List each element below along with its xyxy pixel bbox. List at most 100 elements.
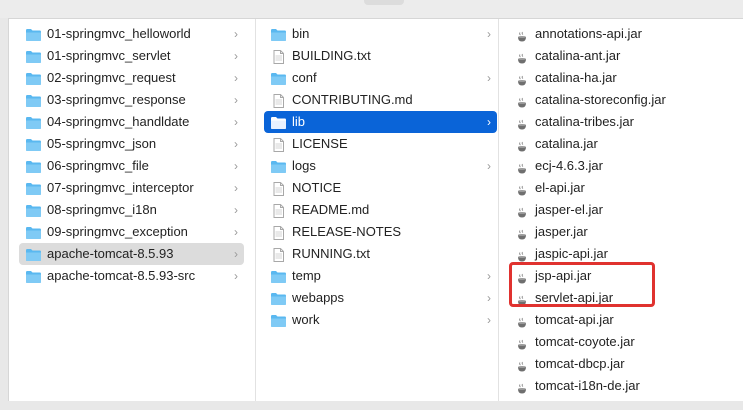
chevron-right-icon: › [234, 203, 238, 217]
item-label: LICENSE [292, 136, 348, 151]
folder-icon [270, 27, 287, 41]
item-label: el-api.jar [535, 180, 585, 195]
jar-file-row[interactable]: tomcat-api.jar [507, 309, 739, 331]
folder-icon [270, 115, 287, 129]
chevron-right-icon: › [234, 27, 238, 41]
jar-icon [516, 94, 528, 108]
jar-icon [516, 72, 528, 86]
folder-row[interactable]: temp › [264, 265, 497, 287]
folder-icon [270, 269, 287, 283]
jar-icon [516, 50, 528, 64]
folder-icon [25, 225, 42, 239]
folder-row[interactable]: 06-springmvc_file › [19, 155, 244, 177]
folder-row[interactable]: webapps › [264, 287, 497, 309]
chevron-right-icon: › [234, 247, 238, 261]
jar-icon [516, 204, 528, 218]
column-tomcat[interactable]: bin › BUILDING.txt conf › CONTRIBUTING.md lib ›… [256, 19, 499, 402]
item-label: 05-springmvc_json [47, 136, 157, 151]
item-label: 02-springmvc_request [47, 70, 176, 85]
item-label: tomcat-dbcp.jar [535, 356, 625, 371]
folder-icon [25, 27, 42, 41]
chevron-right-icon: › [234, 93, 238, 107]
jar-file-row[interactable]: annotations-api.jar [507, 23, 739, 45]
jar-file-row[interactable]: jasper.jar [507, 221, 739, 243]
item-label: catalina.jar [535, 136, 598, 151]
folder-row[interactable]: 04-springmvc_handldate › [19, 111, 244, 133]
folder-row[interactable]: 01-springmvc_helloworld › [19, 23, 244, 45]
folder-icon [25, 115, 42, 129]
jar-file-row[interactable]: tomcat-dbcp.jar [507, 353, 739, 375]
file-row[interactable]: CONTRIBUTING.md [264, 89, 497, 111]
document-icon [270, 137, 287, 152]
jar-icon [516, 248, 528, 262]
folder-row[interactable]: lib › [264, 111, 497, 133]
window-bottom-edge [0, 401, 743, 410]
folder-row[interactable]: bin › [264, 23, 497, 45]
item-label: annotations-api.jar [535, 26, 642, 41]
folder-row[interactable]: 05-springmvc_json › [19, 133, 244, 155]
folder-icon [270, 71, 287, 85]
jar-file-row[interactable]: tomcat-i18n-de.jar [507, 375, 739, 397]
file-row[interactable]: RELEASE-NOTES [264, 221, 497, 243]
jar-file-row[interactable]: catalina-storeconfig.jar [507, 89, 739, 111]
jar-file-row[interactable]: catalina.jar [507, 133, 739, 155]
folder-icon [25, 137, 42, 151]
jar-icon [516, 160, 528, 174]
folder-row[interactable]: 03-springmvc_response › [19, 89, 244, 111]
chevron-right-icon: › [487, 313, 491, 327]
chevron-right-icon: › [234, 159, 238, 173]
folder-icon [270, 159, 287, 173]
folder-row[interactable]: 07-springmvc_interceptor › [19, 177, 244, 199]
annotation-highlight-box [509, 262, 655, 307]
jar-icon [516, 138, 528, 152]
file-row[interactable]: RUNNING.txt [264, 243, 497, 265]
item-label: conf [292, 70, 317, 85]
file-row[interactable]: NOTICE [264, 177, 497, 199]
chevron-right-icon: › [234, 269, 238, 283]
folder-row[interactable]: conf › [264, 67, 497, 89]
folder-row[interactable]: logs › [264, 155, 497, 177]
jar-file-row[interactable]: jasper-el.jar [507, 199, 739, 221]
item-label: catalina-storeconfig.jar [535, 92, 666, 107]
jar-file-row[interactable]: el-api.jar [507, 177, 739, 199]
jar-icon [516, 226, 528, 240]
chevron-right-icon: › [487, 291, 491, 305]
file-row[interactable]: LICENSE [264, 133, 497, 155]
folder-icon [25, 269, 42, 283]
item-label: 09-springmvc_exception [47, 224, 188, 239]
folder-row[interactable]: 08-springmvc_i18n › [19, 199, 244, 221]
column-lib[interactable]: annotations-api.jar catalina-ant.jar catal… [499, 19, 743, 402]
jar-file-row[interactable]: catalina-tribes.jar [507, 111, 739, 133]
folder-icon [25, 203, 42, 217]
jar-icon [516, 358, 528, 372]
item-label: apache-tomcat-8.5.93 [47, 246, 174, 261]
item-label: tomcat-coyote.jar [535, 334, 635, 349]
item-label: NOTICE [292, 180, 342, 195]
item-label: webapps [292, 290, 345, 305]
item-label: ecj-4.6.3.jar [535, 158, 603, 173]
item-label: catalina-ha.jar [535, 70, 617, 85]
folder-row[interactable]: work › [264, 309, 497, 331]
jar-file-row[interactable]: catalina-ant.jar [507, 45, 739, 67]
file-row[interactable]: README.md [264, 199, 497, 221]
jar-file-row[interactable]: catalina-ha.jar [507, 67, 739, 89]
chevron-right-icon: › [234, 225, 238, 239]
chevron-right-icon: › [234, 115, 238, 129]
document-icon [270, 93, 287, 108]
item-label: RUNNING.txt [292, 246, 370, 261]
folder-row[interactable]: apache-tomcat-8.5.93 › [19, 243, 244, 265]
file-row[interactable]: BUILDING.txt [264, 45, 497, 67]
column-projects[interactable]: 01-springmvc_helloworld › 01-springmvc_ser… [9, 19, 256, 402]
jar-file-row[interactable]: tomcat-coyote.jar [507, 331, 739, 353]
folder-row[interactable]: 02-springmvc_request › [19, 67, 244, 89]
document-icon [270, 247, 287, 262]
item-label: jasper.jar [535, 224, 588, 239]
jar-icon [516, 314, 528, 328]
folder-row[interactable]: 01-springmvc_servlet › [19, 45, 244, 67]
folder-row[interactable]: 09-springmvc_exception › [19, 221, 244, 243]
folder-icon [25, 181, 42, 195]
folder-row[interactable]: apache-tomcat-8.5.93-src › [19, 265, 244, 287]
chevron-right-icon: › [234, 181, 238, 195]
jar-file-row[interactable]: ecj-4.6.3.jar [507, 155, 739, 177]
jar-icon [516, 336, 528, 350]
